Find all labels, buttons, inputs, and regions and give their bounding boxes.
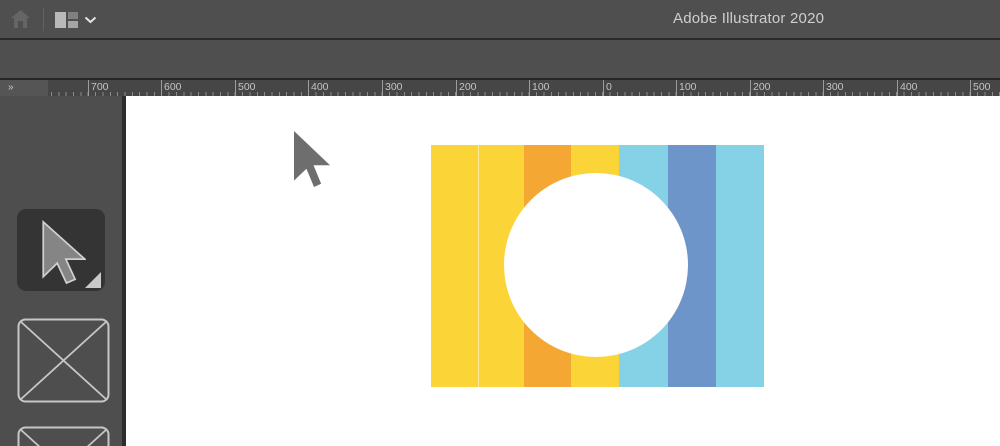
ruler-tick-label: 100 bbox=[532, 81, 550, 93]
ruler-tick-label: 0 bbox=[606, 81, 612, 93]
artwork-circle[interactable] bbox=[504, 173, 688, 357]
control-bar: No Selection Stroke: 2 pt bbox=[0, 40, 1000, 78]
ruler-major-tick: 300 bbox=[382, 80, 383, 96]
ruler-tick-label: 400 bbox=[900, 81, 918, 93]
ruler-tick-label: 300 bbox=[826, 81, 844, 93]
ruler-tick-label: 400 bbox=[311, 81, 329, 93]
ruler-tick-label: 100 bbox=[679, 81, 697, 93]
selection-cursor-icon bbox=[42, 220, 86, 284]
artboard-canvas[interactable] bbox=[126, 96, 1000, 446]
ruler-major-tick: 100 bbox=[529, 80, 530, 96]
tools-panel bbox=[0, 96, 122, 446]
artwork-stripe[interactable] bbox=[431, 145, 478, 387]
home-icon[interactable] bbox=[10, 9, 31, 29]
artwork-stripe[interactable] bbox=[716, 145, 764, 387]
ruler-major-tick: 200 bbox=[456, 80, 457, 96]
ruler-tick-label: 500 bbox=[973, 81, 991, 93]
arrange-documents-icon[interactable] bbox=[55, 12, 78, 28]
placeholder-tool-1[interactable] bbox=[17, 318, 110, 403]
titlebar-separator bbox=[43, 8, 44, 31]
ruler-tick-label: 500 bbox=[238, 81, 256, 93]
ruler-major-tick: 200 bbox=[750, 80, 751, 96]
window-title: Adobe Illustrator 2020 bbox=[673, 10, 824, 27]
mouse-cursor-icon bbox=[294, 131, 330, 187]
ruler-major-tick: 700 bbox=[88, 80, 89, 96]
ruler-major-tick: 400 bbox=[308, 80, 309, 96]
ruler-tick-label: 600 bbox=[164, 81, 182, 93]
ruler-tick-label: 200 bbox=[753, 81, 771, 93]
selection-tool-button[interactable] bbox=[17, 209, 105, 291]
ruler-major-tick: 100 bbox=[676, 80, 677, 96]
ruler-major-tick: 300 bbox=[823, 80, 824, 96]
illustrator-window: Adobe Illustrator 2020 No Selection Stro… bbox=[0, 0, 1000, 446]
chevron-down-icon[interactable] bbox=[84, 16, 97, 24]
ruler-tick-label: 300 bbox=[385, 81, 403, 93]
ruler-tick-label: 200 bbox=[459, 81, 477, 93]
ruler-major-tick: 400 bbox=[897, 80, 898, 96]
title-bar: Adobe Illustrator 2020 bbox=[0, 0, 1000, 38]
tool-flyout-indicator bbox=[85, 272, 101, 288]
collapse-indicator[interactable]: » bbox=[8, 82, 14, 93]
ruler-major-tick: 500 bbox=[235, 80, 236, 96]
ruler-corner[interactable]: » bbox=[0, 80, 48, 96]
ruler-tick-label: 700 bbox=[91, 81, 109, 93]
ruler-major-tick: 600 bbox=[161, 80, 162, 96]
ruler-major-tick: 500 bbox=[970, 80, 971, 96]
placeholder-tool-2[interactable] bbox=[17, 426, 110, 446]
horizontal-ruler[interactable]: » 700 600 500 400 300 200 100 0 100 200 300 400 500 bbox=[0, 80, 1000, 96]
ruler-major-tick: 0 bbox=[603, 80, 604, 96]
